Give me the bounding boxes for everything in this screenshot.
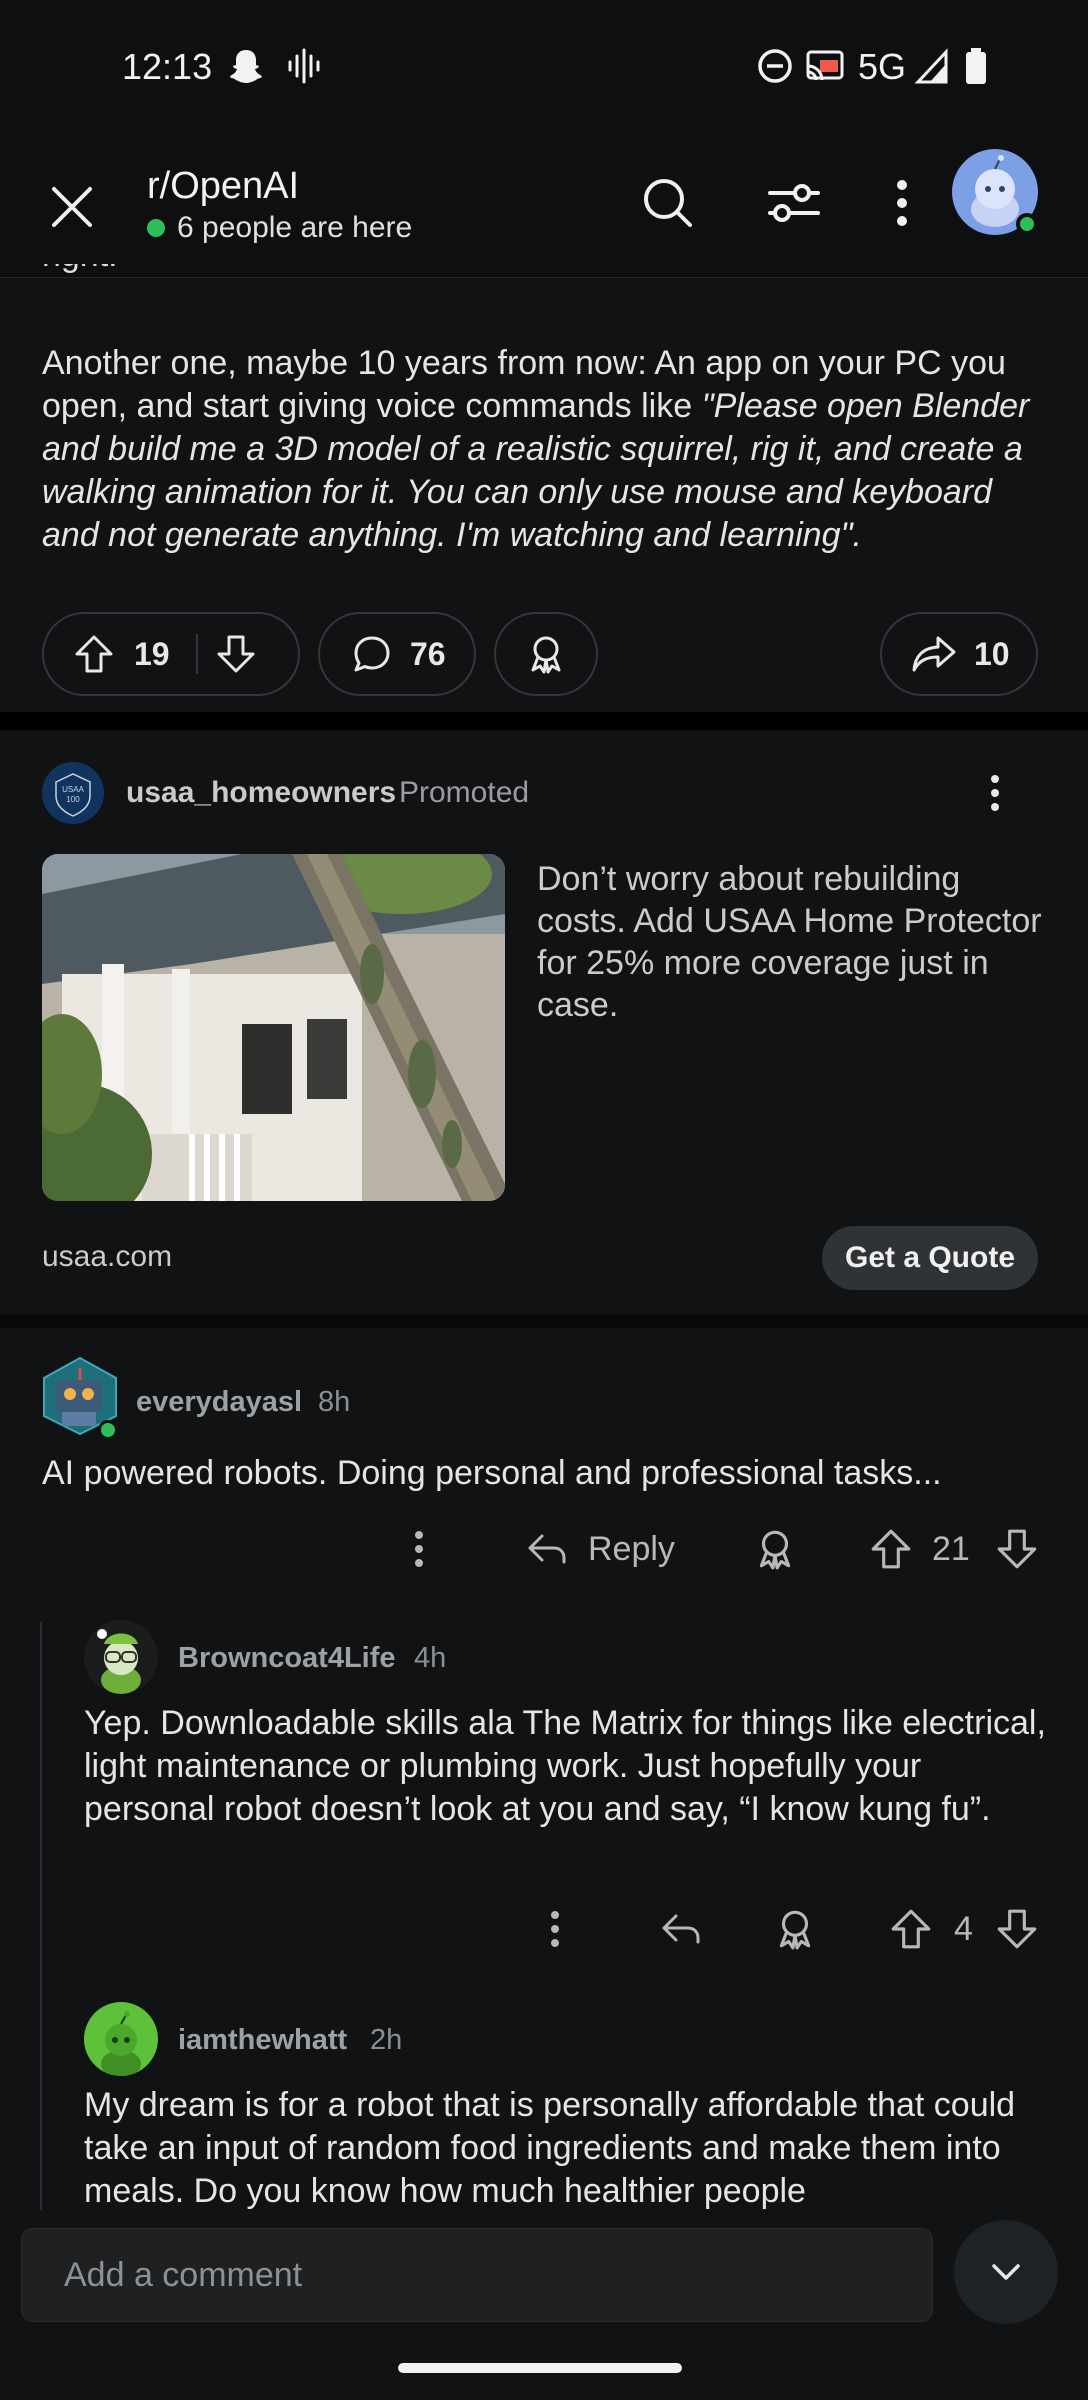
subreddit-header: r/OpenAI 6 people are here [0,135,1088,278]
status-time: 12:13 [122,46,213,87]
downvote-icon [997,1529,1037,1569]
usaa-logo-number: 100 [66,795,80,804]
upvote-count: 19 [134,635,170,672]
comment-username[interactable]: iamthewhatt [178,2024,347,2057]
more-vertical-icon [991,775,999,811]
vote-separator [195,634,198,674]
close-button[interactable] [40,175,104,239]
more-vertical-icon [551,1911,559,1947]
snoo-custom-avatar-icon [97,1629,141,1694]
filter-button[interactable] [762,171,826,235]
collapse-button[interactable] [954,2220,1058,2324]
online-dot [147,219,165,237]
award-button[interactable] [772,1906,818,1952]
award-button[interactable] [752,1526,798,1572]
reply-icon [662,1914,700,1944]
status-bar: 12:13 5G [0,0,1088,135]
presence-text: 6 people are here [177,211,413,244]
comment-body[interactable]: AI powered robots. Doing personal and pr… [42,1452,1052,1495]
award-icon [779,1910,811,1950]
more-vertical-icon [415,1531,423,1567]
post-action-bar: 19 76 10 [42,612,1046,696]
search-icon [644,179,692,227]
share-count: 10 [974,635,1010,672]
cast-icon [804,46,846,86]
downvote-button[interactable] [994,1906,1040,1952]
presence-indicator: 6 people are here [147,211,412,245]
home-indicator[interactable] [398,2363,682,2373]
sliders-icon [768,184,820,222]
share-button[interactable]: 10 [880,612,1038,696]
online-status-dot [1016,213,1038,235]
snoo-avatar-icon [101,2011,141,2076]
post-body: Another one, maybe 10 years from now: An… [42,342,1042,557]
comment-bubble-icon [354,636,390,672]
ad-more-button[interactable] [980,770,1010,816]
reply-icon [528,1534,566,1564]
comment-username[interactable]: everydayasl [136,1386,302,1419]
usaa-logo[interactable]: USAA 100 [42,762,104,824]
more-vertical-icon [897,180,907,226]
upvote-button[interactable] [72,632,116,676]
fallen-tree-house-image [42,854,505,1201]
comment-more-button[interactable] [404,1526,434,1572]
close-icon [52,187,92,227]
upvote-icon [891,1909,931,1949]
snapchat-icon [226,46,266,86]
comment-time: 8h [318,1386,351,1418]
usaa-logo-icon: USAA100 [42,762,104,824]
signal-icon [914,46,950,86]
reply-label: Reply [588,1529,675,1568]
downvote-button[interactable] [214,632,258,676]
award-icon [759,1530,791,1570]
share-icon [912,636,956,672]
downvote-icon [997,1909,1037,1949]
add-comment-input[interactable]: Add a comment [21,2228,933,2322]
upvote-icon [871,1529,911,1569]
online-status-dot [98,1420,118,1440]
do-not-disturb-icon [756,46,794,86]
network-type: 5G [858,46,907,87]
comment-avatar[interactable] [84,2002,158,2076]
subreddit-name[interactable]: r/OpenAI [147,165,299,208]
ad-domain[interactable]: usaa.com [42,1240,172,1274]
chevron-down-icon [992,2264,1020,2280]
downvote-button[interactable] [994,1526,1040,1572]
comment-time: 4h [414,1642,447,1674]
reply-button[interactable]: Reply [524,1526,675,1572]
comment-avatar[interactable] [84,1620,158,1694]
vote-pill: 19 [42,612,300,696]
comment-more-button[interactable] [540,1906,570,1952]
award-icon [531,636,561,674]
ad-username[interactable]: usaa_homeowners [126,776,396,810]
promoted-label: Promoted [399,776,530,809]
downvote-icon [217,635,255,673]
comment-count: 76 [410,635,446,672]
ad-image[interactable] [42,854,505,1201]
get-quote-button[interactable]: Get a Quote [822,1226,1038,1290]
comments-button[interactable]: 76 [318,612,476,696]
award-button[interactable] [494,612,598,696]
reply-button[interactable] [658,1906,704,1952]
comment-score: 21 [932,1530,970,1568]
search-button[interactable] [636,171,700,235]
upvote-button[interactable] [868,1526,914,1572]
voice-wave-icon [286,46,322,86]
usaa-logo-text: USAA [62,785,84,794]
comment-body[interactable]: My dream is for a robot that is personal… [84,2084,1064,2210]
comment-username[interactable]: Browncoat4Life [178,1642,396,1675]
upvote-button[interactable] [888,1906,934,1952]
battery-icon [964,46,988,86]
section-divider [0,712,1088,730]
comment-body[interactable]: Yep. Downloadable skills ala The Matrix … [84,1702,1054,1831]
section-divider [0,1314,1088,1328]
more-options-button[interactable] [870,171,934,235]
comment-time: 2h [370,2024,403,2056]
comment-score: 4 [954,1910,973,1948]
thread-line[interactable] [40,1622,42,2212]
upvote-icon [75,635,113,673]
ad-text: Don’t worry about rebuilding costs. Add … [537,860,1042,1024]
